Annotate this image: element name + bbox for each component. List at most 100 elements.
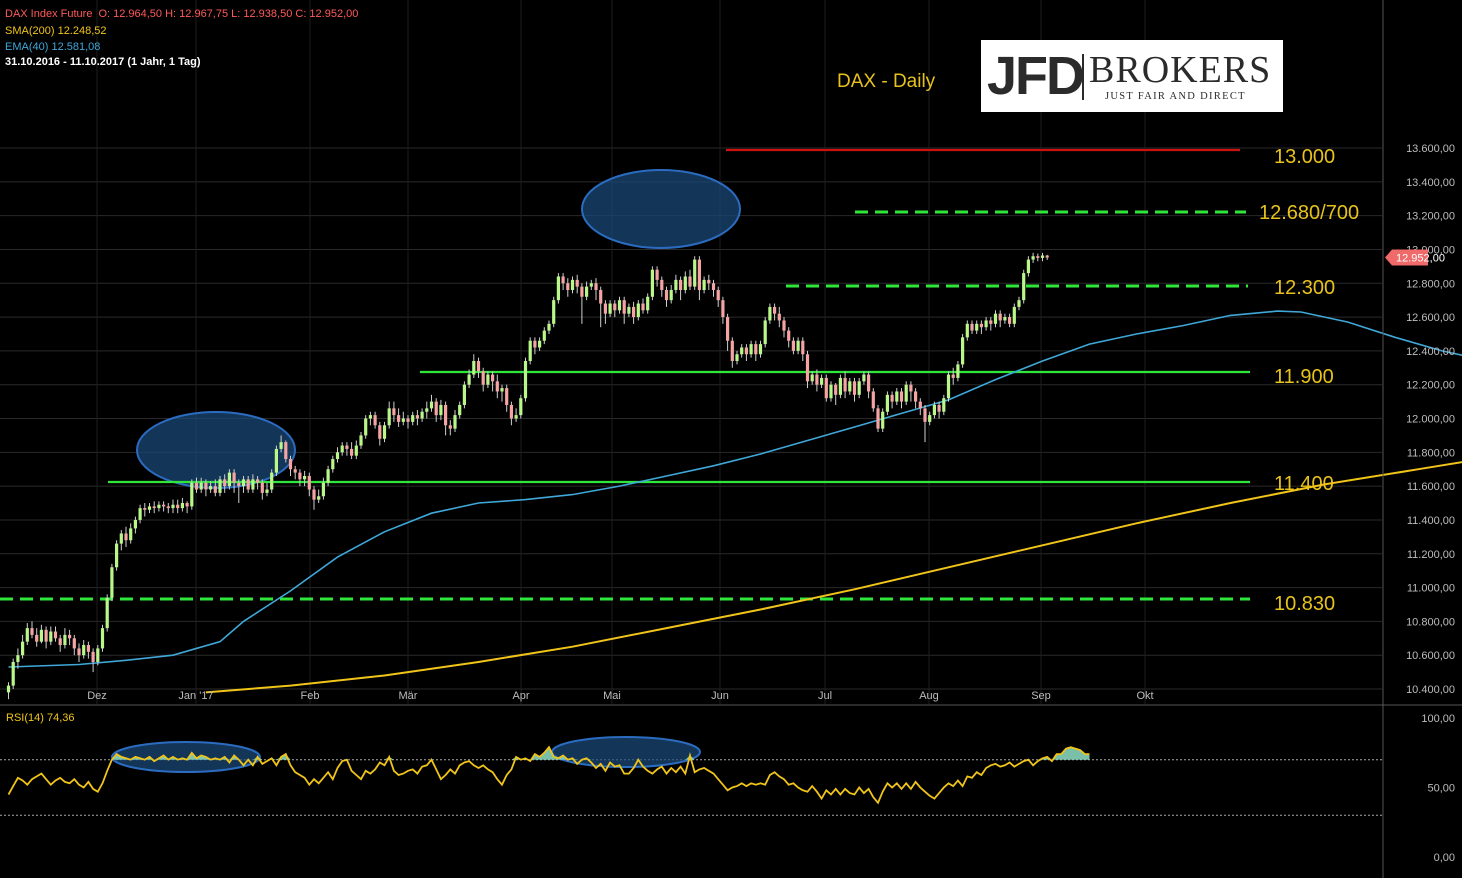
ohlc-values: O: 12.964,50 H: 12.967,75 L: 12.938,50 C… — [98, 8, 359, 20]
candle-body — [838, 377, 842, 395]
sma-label: SMA(200) 12.248,52 — [5, 25, 107, 37]
candle-body — [693, 259, 697, 287]
level-label: 10.830 — [1274, 593, 1335, 615]
candle-body — [368, 415, 372, 419]
candle-body — [829, 384, 833, 399]
candle-body — [965, 323, 969, 338]
candle-body — [279, 442, 283, 449]
candle-body — [256, 479, 260, 483]
candle-body — [773, 306, 777, 314]
candle-body — [716, 290, 720, 301]
x-tick-label: Dez — [87, 690, 107, 702]
candle-body — [91, 651, 95, 662]
candle-body — [378, 425, 382, 439]
candle-body — [213, 486, 217, 493]
candle-body — [505, 388, 509, 405]
x-tick-label: Apr — [512, 690, 529, 702]
candle-body — [782, 320, 786, 331]
candle-body — [552, 300, 556, 324]
candle-body — [63, 634, 67, 646]
candle-body — [895, 391, 899, 402]
candle-body — [777, 313, 781, 321]
chart-title: DAX - Daily — [837, 71, 936, 92]
candle-body — [444, 404, 448, 426]
candle-body — [664, 290, 669, 301]
candle-body — [594, 283, 598, 291]
candle-body — [392, 408, 396, 416]
y-tick-label: 10.800,00 — [1406, 616, 1455, 628]
candle-body — [735, 354, 739, 362]
candle-body — [44, 629, 48, 642]
candle-body — [1045, 255, 1049, 258]
candle-body — [476, 361, 481, 372]
candle-body — [928, 415, 932, 422]
candle-body — [434, 401, 438, 416]
candle-body — [951, 374, 955, 378]
candle-body — [190, 482, 194, 507]
x-tick-label: Feb — [301, 690, 320, 702]
level-label: 12.680/700 — [1259, 202, 1359, 224]
chart-header: DAX Index Future O: 12.964,50 H: 12.967,7… — [5, 7, 364, 21]
level-label: 12.300 — [1274, 277, 1335, 299]
candle-body — [415, 415, 419, 419]
candle-body — [575, 279, 579, 287]
candle-body — [303, 475, 307, 480]
candle-body — [937, 404, 941, 412]
candle-body — [458, 404, 462, 416]
candle-body — [979, 323, 983, 328]
candle-body — [110, 567, 114, 598]
candle-body — [585, 286, 589, 297]
candle-body — [176, 504, 180, 509]
candle-body — [885, 394, 889, 412]
candle-body — [754, 344, 758, 355]
candle-body — [998, 313, 1002, 321]
x-tick-label: Aug — [919, 690, 939, 702]
candle-body — [688, 276, 692, 287]
candle-body — [758, 344, 763, 355]
candle-body — [96, 648, 100, 662]
candle-body — [6, 685, 11, 693]
candle-body — [260, 482, 264, 493]
candle-body — [86, 645, 90, 652]
candle-body — [77, 648, 81, 656]
candle-body — [1003, 317, 1007, 321]
y-tick-label: 12.000,00 — [1406, 414, 1455, 426]
candle-body — [364, 418, 368, 436]
candle-body — [796, 340, 800, 351]
candle-body — [514, 415, 518, 419]
candle-body — [270, 472, 274, 490]
candle-body — [556, 276, 560, 301]
candle-body — [1036, 256, 1040, 258]
candle-body — [787, 330, 791, 341]
candle-body — [881, 411, 885, 429]
candle-body — [632, 306, 636, 318]
candle-body — [147, 506, 152, 510]
candle-body — [293, 469, 297, 473]
candle-body — [439, 404, 443, 416]
candle-body — [528, 340, 532, 362]
candle-body — [1012, 306, 1016, 324]
candle-body — [39, 629, 43, 642]
candle-body — [72, 638, 76, 649]
candle-body — [533, 340, 537, 348]
candle-body — [730, 340, 734, 362]
candle-body — [547, 323, 551, 331]
candle-body — [970, 323, 974, 331]
candle-body — [627, 306, 631, 314]
candle-body — [711, 283, 716, 291]
candle-body — [180, 503, 184, 509]
candle-body — [115, 543, 119, 568]
rsi-title: RSI(14) 74,36 — [6, 712, 74, 724]
candle-body — [298, 472, 302, 480]
candle-body — [744, 347, 748, 355]
sma-legend: SMA(200) 12.248,52 — [5, 24, 113, 38]
candle-body — [227, 472, 231, 487]
candle-body — [599, 290, 603, 304]
candle-body — [961, 337, 965, 365]
candle-body — [100, 628, 105, 649]
rsi-tick-label: 100,00 — [1421, 713, 1455, 725]
highlight-ellipse — [581, 169, 741, 249]
candle-body — [946, 374, 951, 399]
candle-body — [472, 361, 476, 375]
logo-jfd-text: JFD — [987, 46, 1085, 106]
